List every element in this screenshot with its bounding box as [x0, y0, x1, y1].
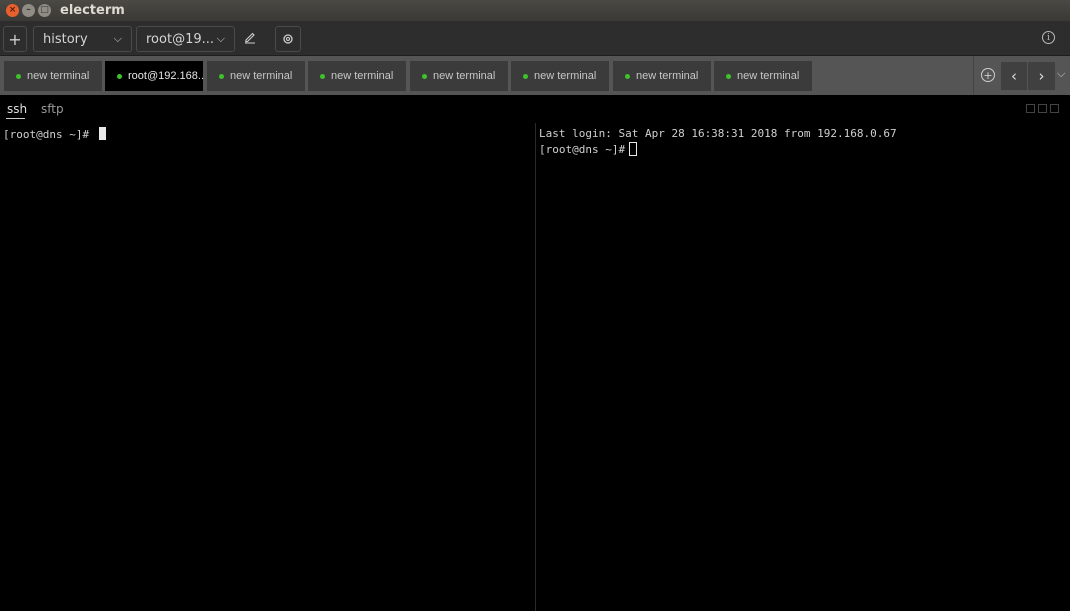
tab-bar: new terminal root@192.168.... new termin…	[0, 56, 1070, 95]
status-dot	[16, 73, 21, 79]
status-dot	[726, 73, 731, 79]
chevron-left-icon: ‹	[1011, 67, 1017, 85]
pencil-icon	[245, 32, 255, 44]
settings-button[interactable]	[275, 26, 301, 52]
bookmark-label: root@19...	[146, 31, 215, 47]
terminal-pane-left[interactable]: [root@dns ~]#	[3, 127, 533, 611]
status-dot	[523, 73, 528, 79]
tab-label: new terminal	[433, 70, 496, 82]
bookmark-select[interactable]: root@19... ⌵	[136, 26, 235, 52]
tab-ssh[interactable]: ssh	[7, 102, 27, 116]
plus-circle-icon: +	[983, 68, 993, 82]
tab-label: new terminal	[331, 70, 394, 82]
active-tab-indicator	[6, 118, 25, 119]
terminal-prompt: [root@dns ~]#	[539, 142, 626, 156]
split-horizontal-icon[interactable]	[1050, 104, 1059, 113]
terminal-prompt: [root@dns ~]#	[3, 128, 96, 141]
toolbar: + history ⌵ root@19... ⌵	[0, 21, 1070, 56]
edit-button[interactable]	[243, 30, 257, 48]
history-label: history	[43, 31, 88, 47]
maximize-window-button[interactable]: □	[38, 4, 51, 17]
tab-label: new terminal	[534, 70, 597, 82]
terminal-tab[interactable]: new terminal	[207, 61, 305, 91]
info-button[interactable]: i	[1042, 31, 1055, 44]
info-icon: i	[1047, 32, 1050, 43]
title-bar: × – □ electerm	[0, 0, 1070, 21]
pane-layout-controls	[1026, 104, 1059, 113]
history-select[interactable]: history ⌵	[33, 26, 132, 52]
tab-bar-divider	[973, 56, 974, 95]
terminal-tab[interactable]: new terminal	[511, 61, 609, 91]
status-dot	[625, 73, 630, 79]
scroll-tabs-left-button[interactable]: ‹	[1001, 62, 1028, 90]
terminal-tab[interactable]: new terminal	[308, 61, 406, 91]
status-dot	[219, 73, 224, 79]
status-dot	[320, 73, 325, 79]
terminal-cursor	[629, 141, 638, 156]
tab-sftp[interactable]: sftp	[41, 102, 64, 116]
status-dot	[422, 73, 427, 79]
terminal-tab[interactable]: new terminal	[613, 61, 711, 91]
terminal-cursor	[98, 127, 106, 140]
split-vertical-icon[interactable]	[1038, 104, 1047, 113]
window-title: electerm	[60, 3, 125, 18]
tab-label: new terminal	[27, 70, 90, 82]
tab-label: new terminal	[636, 70, 699, 82]
pane-divider[interactable]	[535, 123, 536, 611]
close-pane-icon[interactable]	[1026, 104, 1035, 113]
gear-icon	[283, 34, 293, 44]
new-tab-button[interactable]: +	[981, 68, 995, 82]
add-bookmark-button[interactable]: +	[3, 26, 27, 52]
terminal-last-login: Last login: Sat Apr 28 16:38:31 2018 fro…	[539, 127, 897, 140]
terminal-tab[interactable]: new terminal	[410, 61, 508, 91]
chevron-right-icon: ›	[1038, 67, 1045, 85]
terminal-tab[interactable]: new terminal	[4, 61, 102, 91]
terminal-pane-right[interactable]: Last login: Sat Apr 28 16:38:31 2018 fro…	[539, 127, 1070, 611]
tab-label: new terminal	[737, 70, 800, 82]
minimize-window-button[interactable]: –	[22, 4, 35, 17]
status-dot	[117, 73, 122, 79]
chevron-down-icon: ⌵	[216, 32, 225, 45]
chevron-down-icon: ⌵	[1057, 67, 1066, 80]
close-window-button[interactable]: ×	[6, 4, 19, 17]
tab-list-dropdown[interactable]: ⌵	[1057, 67, 1065, 81]
terminal-tab-active[interactable]: root@192.168....	[105, 61, 203, 91]
terminal-tab[interactable]: new terminal	[714, 61, 812, 91]
scroll-tabs-right-button[interactable]: ›	[1028, 62, 1055, 90]
tab-label: new terminal	[230, 70, 293, 82]
chevron-down-icon: ⌵	[113, 32, 122, 45]
tab-label: root@192.168....	[128, 70, 203, 82]
